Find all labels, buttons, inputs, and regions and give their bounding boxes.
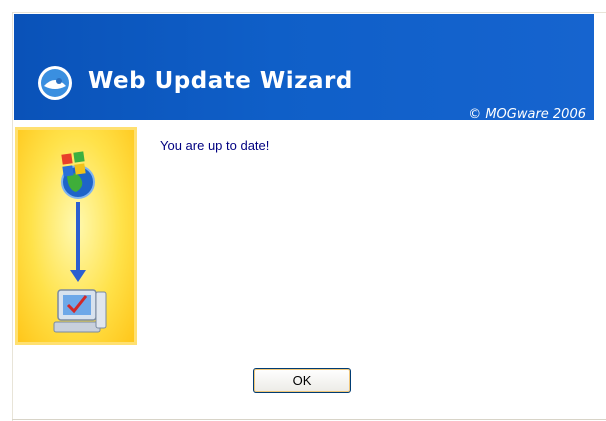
header-banner: Web Update Wizard © MOGware 2006 bbox=[14, 14, 594, 122]
wizard-logo-icon bbox=[38, 66, 72, 100]
windows-globe-icon bbox=[61, 151, 95, 199]
wizard-title: Web Update Wizard bbox=[88, 68, 353, 94]
status-message: You are up to date! bbox=[160, 138, 270, 153]
side-illustration bbox=[15, 127, 137, 345]
computer-check-icon bbox=[53, 289, 107, 333]
copyright-text: © MOGware 2006 bbox=[468, 107, 586, 122]
arrow-down-icon bbox=[70, 202, 86, 282]
ok-button[interactable]: OK bbox=[253, 368, 351, 393]
